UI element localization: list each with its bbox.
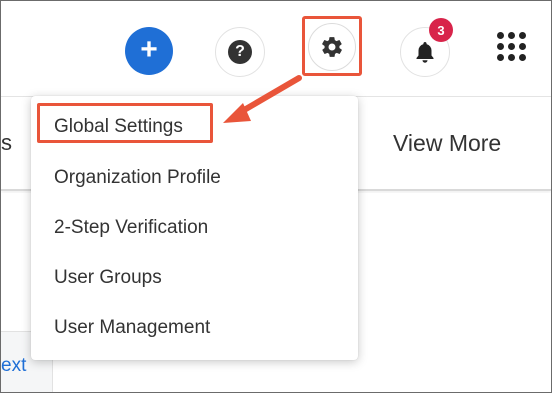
gear-icon	[322, 37, 342, 57]
grid-icon-dot	[507, 42, 515, 50]
next-link[interactable]: ext	[1, 355, 26, 377]
grid-icon-dot	[496, 31, 504, 39]
top-header: + ? 3	[1, 1, 551, 97]
question-icon: ?	[228, 40, 252, 64]
tab-view-more[interactable]: View More	[393, 130, 501, 157]
tab-partial-label[interactable]: s	[1, 130, 12, 156]
bell-icon	[416, 42, 434, 63]
grid-icon-dot	[507, 53, 515, 61]
help-glyph: ?	[235, 43, 245, 60]
grid-icon-dot	[496, 53, 504, 61]
grid-icon-dot	[496, 42, 504, 50]
grid-icon-dot	[518, 42, 526, 50]
settings-dropdown-menu: Global Settings Organization Profile 2-S…	[31, 96, 358, 360]
menu-item-user-groups[interactable]: User Groups	[54, 267, 162, 289]
grid-icon-dot	[507, 31, 515, 39]
menu-item-user-management[interactable]: User Management	[54, 317, 210, 339]
notification-count-badge: 3	[429, 18, 453, 42]
menu-item-2-step-verification[interactable]: 2-Step Verification	[54, 217, 208, 239]
settings-button[interactable]	[308, 23, 356, 71]
plus-icon: +	[140, 33, 158, 66]
add-button[interactable]: +	[125, 27, 173, 75]
app-window: + ? 3 s View More ext Global Settings Or…	[0, 0, 552, 393]
menu-item-organization-profile[interactable]: Organization Profile	[54, 167, 221, 189]
menu-item-global-settings[interactable]: Global Settings	[54, 116, 183, 138]
grid-icon-dot	[518, 31, 526, 39]
apps-grid-button[interactable]	[486, 21, 536, 71]
help-button[interactable]: ?	[215, 27, 265, 77]
grid-icon-dot	[518, 53, 526, 61]
